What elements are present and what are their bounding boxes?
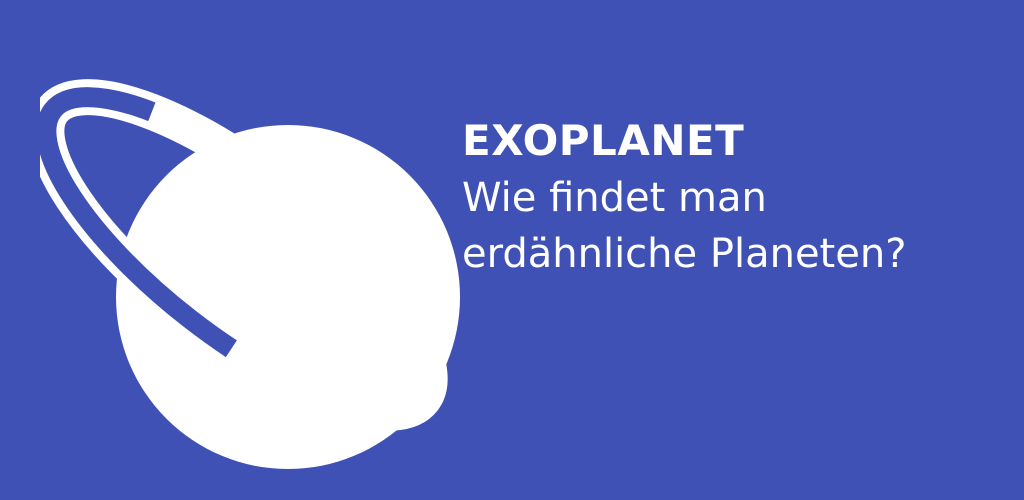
title: EXOPLANET xyxy=(462,116,745,165)
subtitle-line-2: erdähnliche Planeten? xyxy=(462,231,907,277)
banner: EXOPLANET Wie findet man erdähnliche Pla… xyxy=(0,0,1024,500)
subtitle-line-1: Wie findet man xyxy=(462,175,767,221)
ringed-planet-icon xyxy=(40,55,460,475)
headline-block: EXOPLANET Wie findet man erdähnliche Pla… xyxy=(462,112,1002,282)
